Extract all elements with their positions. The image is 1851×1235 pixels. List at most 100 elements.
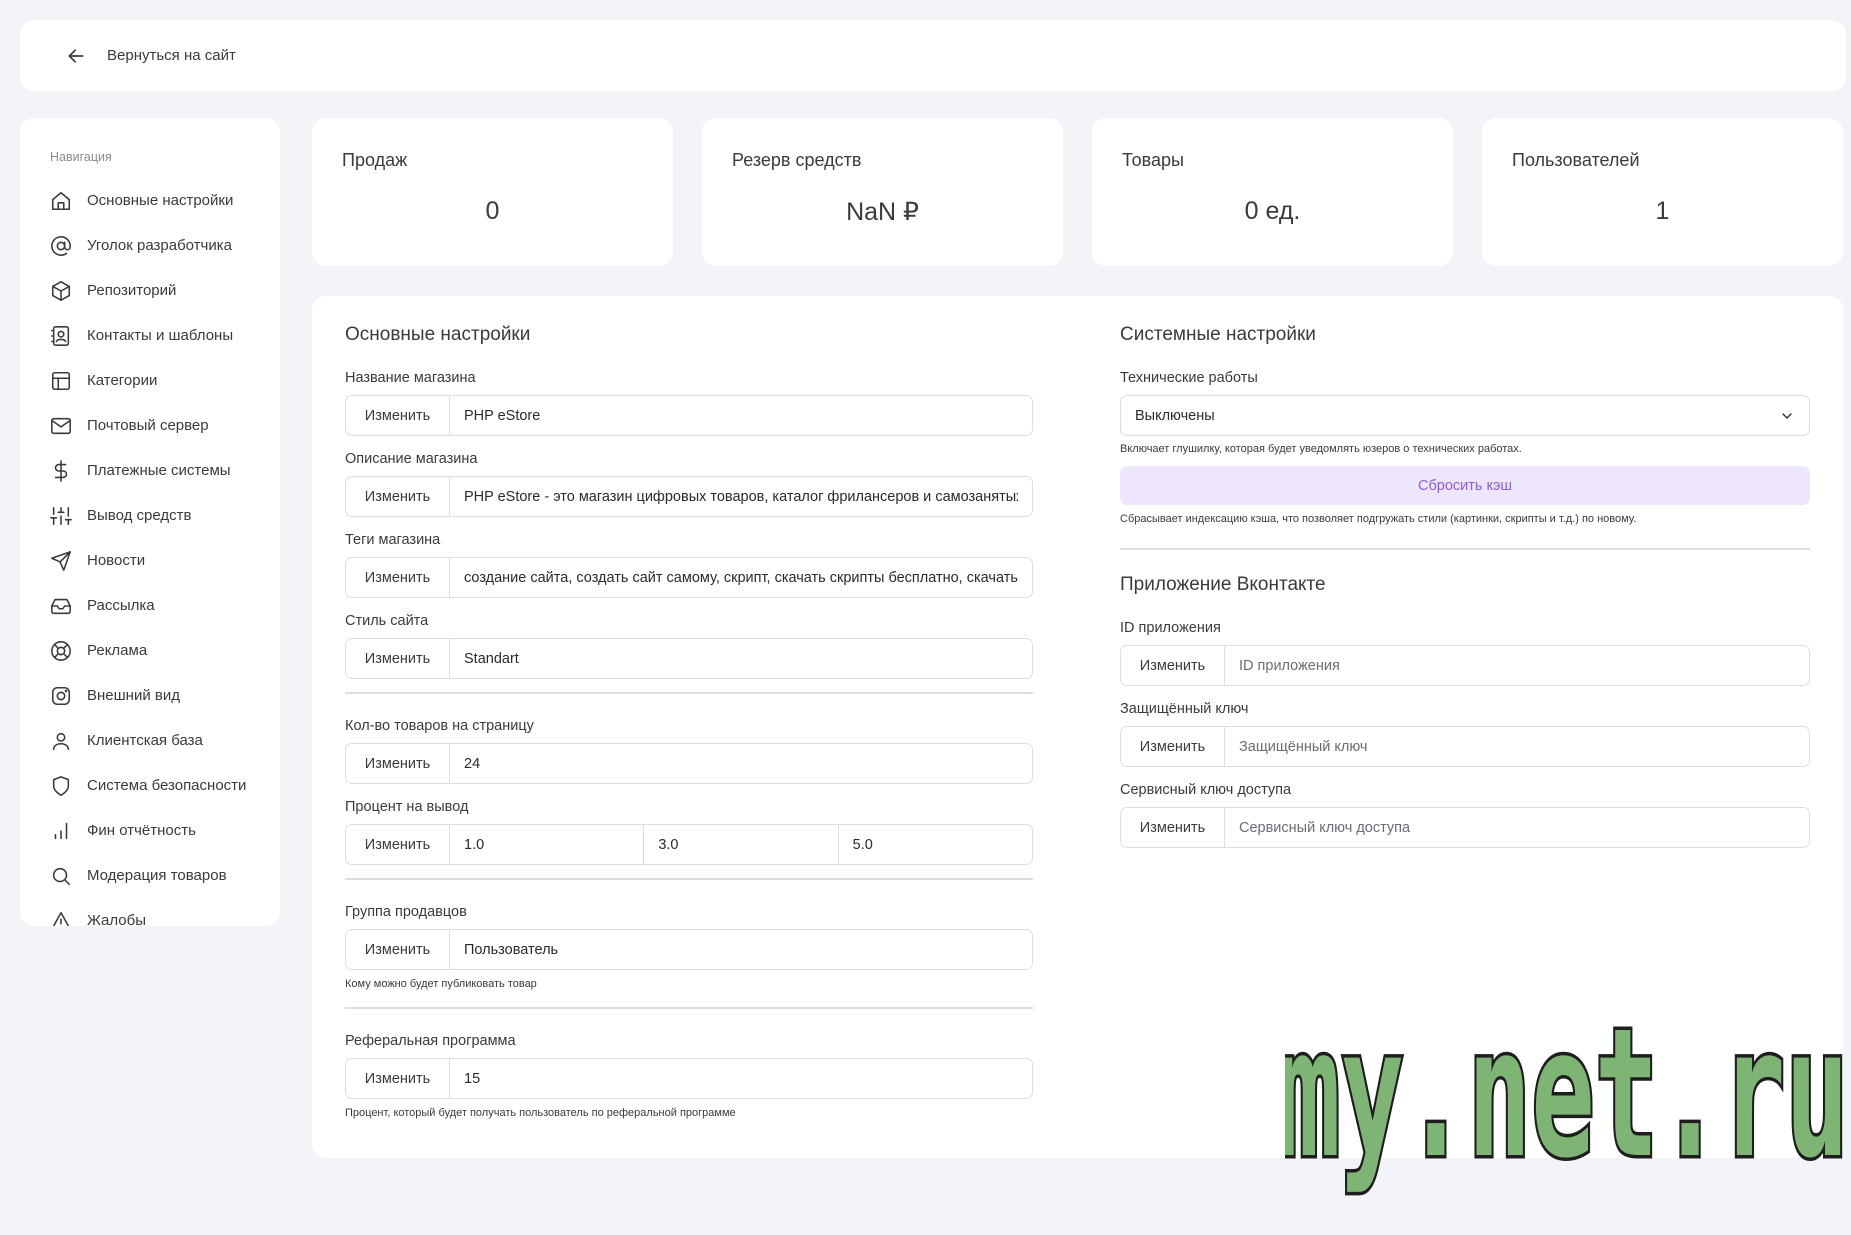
sidebar-item-basic-settings[interactable]: Основные настройки [50,178,280,223]
alert-triangle-icon [50,910,72,926]
per-page-group: Изменить [345,743,1033,784]
sidebar-item-label: Новости [87,552,146,569]
dollar-icon [50,459,72,482]
referral-change-button[interactable]: Изменить [346,1059,450,1098]
layout-icon [50,370,72,392]
shop-name-label: Название магазина [345,370,476,386]
sidebar-title: Навигация [50,150,112,164]
maintenance-hint: Включает глушилку, которая будет уведомл… [1120,443,1522,455]
sidebar-item-categories[interactable]: Категории [50,358,280,403]
basic-settings-column: Основные настройки Название магазина Изм… [345,324,1033,1136]
shield-icon [50,775,72,797]
shop-tags-input[interactable] [450,558,1032,597]
vk-app-id-input[interactable] [1225,646,1809,685]
box-icon [50,280,72,302]
seller-group-group: Изменить [345,929,1033,970]
maintenance-select[interactable]: Выключены [1120,395,1810,436]
withdraw-percent-change-button[interactable]: Изменить [346,825,450,864]
stat-card-sales: Продаж 0 [312,118,673,266]
withdraw-percent-input-1[interactable] [450,825,644,864]
site-style-group: Изменить [345,638,1033,679]
home-icon [50,190,72,212]
per-page-label: Кол-во товаров на страницу [345,718,534,734]
withdraw-percent-input-2[interactable] [643,825,838,864]
sidebar-item-fin-reports[interactable]: Фин отчётность [50,808,280,853]
vk-secret-key-label: Защищённый ключ [1120,701,1249,717]
shop-name-change-button[interactable]: Изменить [346,396,450,435]
lifebuoy-icon [50,640,72,662]
arrow-left-icon [68,48,84,63]
chevron-down-icon [1782,412,1792,419]
stat-card-goods: Товары 0 ед. [1092,118,1453,266]
sidebar-item-label: Жалобы [87,912,146,926]
sidebar-item-label: Уголок разработчика [87,237,232,254]
sidebar-item-news[interactable]: Новости [50,538,280,583]
bar-chart-icon [50,820,72,842]
per-page-input[interactable] [450,744,1032,783]
seller-group-label: Группа продавцов [345,904,467,920]
vk-secret-key-input[interactable] [1225,727,1809,766]
sidebar-item-moderation[interactable]: Модерация товаров [50,853,280,898]
sidebar-item-contacts[interactable]: Контакты и шаблоны [50,313,280,358]
shop-desc-change-button[interactable]: Изменить [346,477,450,516]
sidebar-item-developer[interactable]: Уголок разработчика [50,223,280,268]
user-icon [50,730,72,752]
seller-group-input[interactable] [450,930,1032,969]
stat-title: Пользователей [1512,150,1640,170]
shop-name-input[interactable] [450,396,1032,435]
shop-tags-group: Изменить [345,557,1033,598]
vk-app-id-change-button[interactable]: Изменить [1121,646,1225,685]
shop-tags-change-button[interactable]: Изменить [346,558,450,597]
reset-cache-button[interactable]: Сбросить кэш [1120,466,1810,505]
sidebar-item-appearance[interactable]: Внешний вид [50,673,280,718]
sidebar-item-mailing[interactable]: Рассылка [50,583,280,628]
sidebar-item-security[interactable]: Система безопасности [50,763,280,808]
shop-desc-input[interactable] [450,477,1032,516]
sidebar-item-clients[interactable]: Клиентская база [50,718,280,763]
search-icon [50,865,72,887]
divider [345,1007,1033,1009]
back-to-site-link[interactable]: Вернуться на сайт [66,46,236,66]
system-settings-title: Системные настройки [1120,324,1316,345]
withdraw-percent-label: Процент на вывод [345,799,469,815]
sidebar-item-label: Реклама [87,642,148,659]
per-page-change-button[interactable]: Изменить [346,744,450,783]
stat-title: Резерв средств [732,150,862,170]
seller-group-change-button[interactable]: Изменить [346,930,450,969]
sidebar-item-ads[interactable]: Реклама [50,628,280,673]
sidebar-item-repository[interactable]: Репозиторий [50,268,280,313]
sidebar-item-complaints[interactable]: Жалобы [50,898,280,926]
sidebar-item-payments[interactable]: Платежные системы [50,448,280,493]
sidebar-item-mail-server[interactable]: Почтовый сервер [50,403,280,448]
sidebar-item-label: Репозиторий [87,282,177,299]
stat-card-users: Пользователей 1 [1482,118,1843,266]
referral-input[interactable] [450,1059,1032,1098]
sidebar-item-label: Система безопасности [87,777,247,794]
sidebar-item-label: Клиентская база [87,732,203,749]
vk-service-key-group: Изменить [1120,807,1810,848]
sidebar-item-withdrawal[interactable]: Вывод средств [50,493,280,538]
seller-group-hint: Кому можно будет публиковать товар [345,978,537,990]
maintenance-label: Технические работы [1120,370,1258,386]
shop-desc-label: Описание магазина [345,451,478,467]
sliders-icon [50,505,72,527]
stat-value: 0 [485,197,500,225]
withdraw-percent-input-3[interactable] [837,825,1032,864]
vk-service-key-input[interactable] [1225,808,1809,847]
sidebar-item-label: Рассылка [87,597,155,614]
vk-service-key-change-button[interactable]: Изменить [1121,808,1225,847]
stat-title: Продаж [342,150,408,170]
sidebar-item-label: Фин отчётность [87,822,196,839]
referral-group: Изменить [345,1058,1033,1099]
sidebar-item-label: Вывод средств [87,507,192,524]
shop-name-group: Изменить [345,395,1033,436]
sidebar-item-label: Модерация товаров [87,867,227,884]
stat-value: 0 ед. [1244,197,1301,225]
site-style-change-button[interactable]: Изменить [346,639,450,678]
mail-icon [50,415,72,437]
watermark-logo: my.net.ru [1285,987,1851,1201]
sidebar-item-label: Внешний вид [87,687,180,704]
top-bar: Вернуться на сайт [20,20,1846,91]
vk-secret-key-change-button[interactable]: Изменить [1121,727,1225,766]
site-style-input[interactable] [450,639,1032,678]
